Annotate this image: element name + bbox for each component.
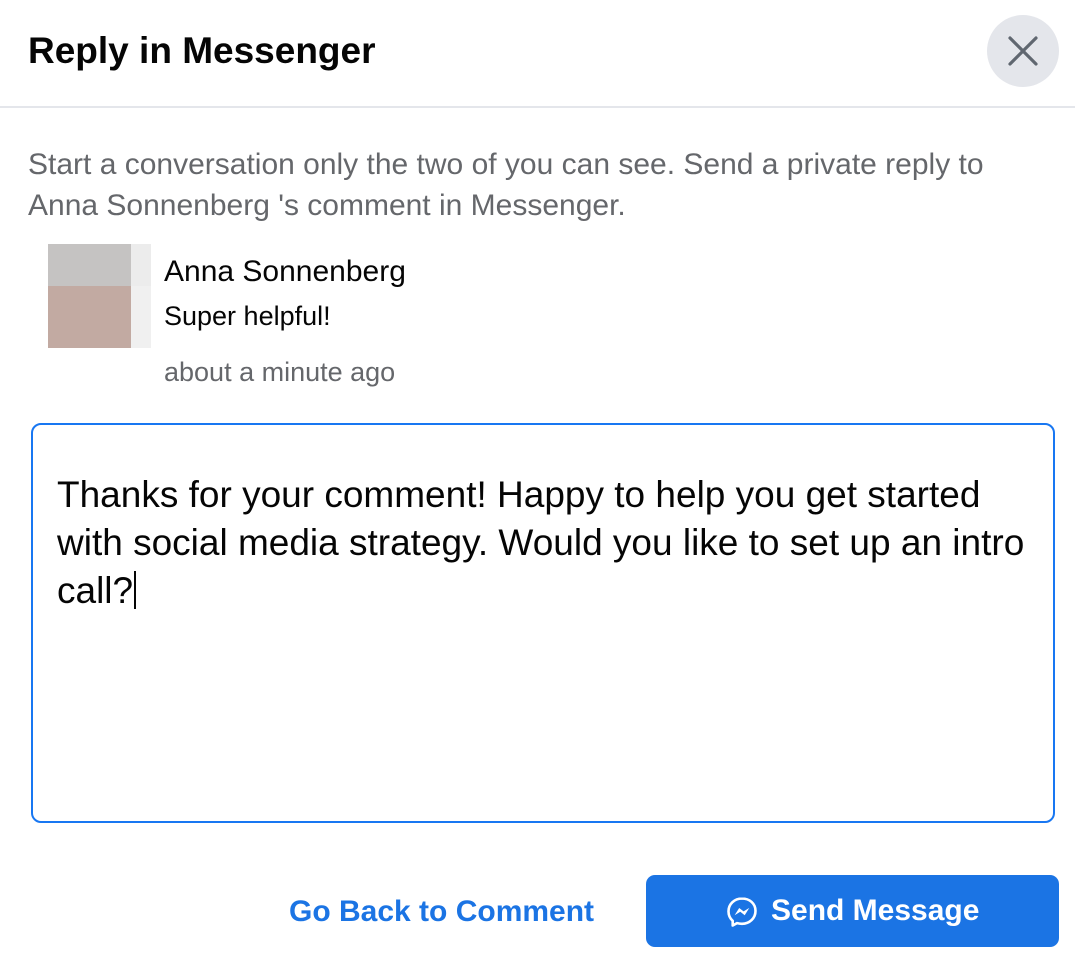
comment-text: Super helpful!	[164, 301, 331, 331]
messenger-icon	[727, 897, 757, 927]
close-icon	[1008, 36, 1038, 66]
reply-input-value: Thanks for your comment! Happy to help y…	[57, 474, 1025, 611]
comment-timestamp: about a minute ago	[164, 357, 396, 387]
send-message-label: Send Message	[771, 894, 980, 927]
dialog-header: Reply in Messenger	[0, 0, 1075, 108]
close-button[interactable]	[987, 15, 1059, 87]
reply-in-messenger-dialog: Reply in Messenger Start a conversation …	[0, 0, 1075, 970]
comment-author: Anna Sonnenberg	[164, 255, 406, 288]
avatar	[48, 244, 151, 348]
text-caret	[134, 571, 137, 609]
reply-input[interactable]: Thanks for your comment! Happy to help y…	[31, 423, 1055, 823]
go-back-to-comment-link[interactable]: Go Back to Comment	[289, 890, 594, 934]
dialog-title: Reply in Messenger	[28, 30, 376, 71]
intro-text: Start a conversation only the two of you…	[28, 148, 984, 222]
send-message-button[interactable]: Send Message	[646, 875, 1059, 947]
